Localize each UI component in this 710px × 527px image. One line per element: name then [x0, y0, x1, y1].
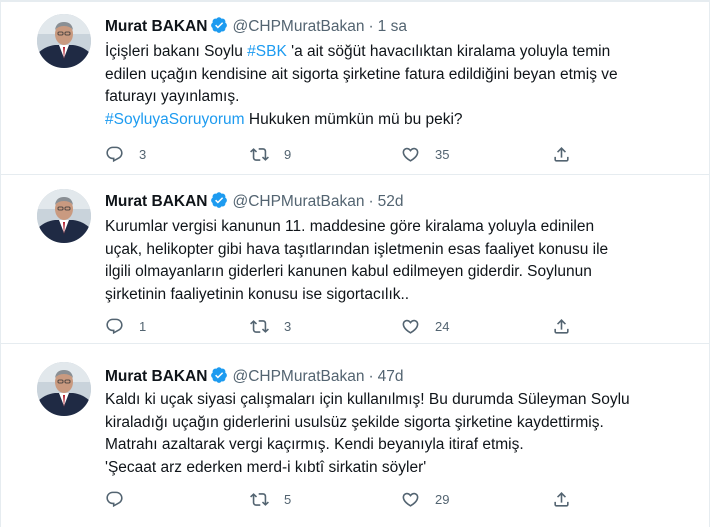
retweet-icon — [250, 490, 269, 509]
like-count: 24 — [435, 318, 450, 334]
tweet[interactable]: Murat BAKAN @CHPMuratBakan · 52d Kurumlar v… — [0, 175, 710, 343]
text-line: Matrahı azaltarak vergi kaçırmış. Kendi … — [105, 434, 665, 457]
text-line: İçişleri bakanı Soylu #SBK 'a ait söğüt … — [105, 41, 665, 64]
like-button[interactable]: 29 — [401, 489, 449, 509]
tweet-header: Murat BAKAN @CHPMuratBakan · 1 sa — [105, 16, 407, 40]
author-name[interactable]: Murat BAKAN — [105, 18, 207, 35]
verified-badge-icon — [210, 191, 228, 215]
share-icon — [552, 145, 571, 164]
author-handle[interactable]: @CHPMuratBakan — [232, 193, 364, 210]
text-segment: şirketinin faaliyetinin konusu ise sigor… — [105, 285, 410, 303]
text-segment: ilgili olmayanların giderleri kanunen ka… — [105, 263, 592, 280]
text-segment: edilen uçağın kendisine ait sigorta şirk… — [105, 65, 618, 83]
like-icon — [401, 490, 420, 509]
tweet-time[interactable]: 47d — [378, 368, 404, 385]
retweet-button[interactable]: 3 — [250, 316, 291, 336]
retweet-count: 9 — [284, 146, 292, 162]
author-name[interactable]: Murat BAKAN — [105, 193, 207, 210]
text-segment: Kurumlar vergisi kanunun 11. maddesine g… — [105, 218, 595, 235]
text-line: Kurumlar vergisi kanunun 11. maddesine g… — [105, 216, 665, 239]
avatar[interactable] — [37, 14, 91, 68]
text-segment: kiraladığı uçağın giderlerini usulsüz şe… — [105, 413, 604, 431]
like-icon — [401, 145, 420, 164]
text-line: 'Şecaat arz ederken merd-i kıbtî sirkati… — [105, 457, 665, 480]
author-name[interactable]: Murat BAKAN — [105, 368, 207, 385]
reply-icon — [105, 145, 124, 164]
text-segment: Kaldı ki uçak siyasi çalışmaları için ku… — [105, 391, 630, 408]
retweet-button[interactable]: 5 — [250, 489, 291, 509]
retweet-count: 3 — [284, 318, 292, 334]
avatar-image — [37, 362, 91, 416]
tweet-text: Kaldı ki uçak siyasi çalışmaları için ku… — [105, 389, 665, 479]
avatar[interactable] — [37, 362, 91, 416]
retweet-count: 5 — [284, 491, 292, 507]
hashtag-link[interactable]: #SoyluyaSoruyorum — [105, 111, 245, 128]
verified-badge-icon — [210, 366, 228, 390]
tweet-header: Murat BAKAN @CHPMuratBakan · 47d — [105, 366, 404, 390]
text-segment: uçak, helikopter gibi hava taşıtlarından… — [105, 240, 609, 258]
reply-count: 3 — [139, 146, 147, 162]
avatar[interactable] — [37, 189, 91, 243]
text-line: faturayı yayınlamış. — [105, 86, 665, 109]
avatar-image — [37, 14, 91, 68]
like-count: 35 — [435, 146, 450, 162]
text-line: uçak, helikopter gibi hava taşıtlarından… — [105, 239, 665, 262]
reply-button[interactable]: 3 — [105, 144, 146, 164]
text-line: #SoyluyaSoruyorum Hukuken mümkün mü bu p… — [105, 109, 665, 132]
retweet-button[interactable]: 9 — [250, 144, 291, 164]
reply-icon — [105, 490, 124, 509]
verified-badge-icon — [210, 16, 228, 40]
avatar-image — [37, 189, 91, 243]
tweet-time[interactable]: 1 sa — [378, 18, 407, 35]
like-button[interactable]: 24 — [401, 316, 449, 336]
reply-button[interactable] — [105, 489, 139, 509]
author-handle[interactable]: @CHPMuratBakan — [232, 368, 364, 385]
text-segment: Matrahı azaltarak vergi kaçırmış. Kendi … — [105, 436, 524, 453]
text-segment: 'Şecaat arz ederken merd-i kıbtî sirkati… — [105, 458, 427, 476]
text-line: ilgili olmayanların giderleri kanunen ka… — [105, 261, 665, 284]
retweet-icon — [250, 317, 269, 336]
tweet-header: Murat BAKAN @CHPMuratBakan · 52d — [105, 191, 404, 215]
separator-dot: · — [368, 368, 374, 385]
text-line: kiraladığı uçağın giderlerini usulsüz şe… — [105, 412, 665, 435]
share-button[interactable] — [552, 144, 571, 164]
like-button[interactable]: 35 — [401, 144, 449, 164]
text-line: Kaldı ki uçak siyasi çalışmaları için ku… — [105, 389, 665, 412]
text-segment: faturayı yayınlamış. — [105, 88, 240, 105]
separator-dot: · — [368, 18, 374, 35]
like-count: 29 — [435, 491, 450, 507]
text-segment: Hukuken mümkün mü bu peki? — [244, 110, 463, 128]
tweet-text: İçişleri bakanı Soylu #SBK 'a ait söğüt … — [105, 41, 665, 131]
author-handle[interactable]: @CHPMuratBakan — [232, 18, 364, 35]
text-segment: İçişleri bakanı Soylu — [105, 43, 248, 60]
separator-dot: · — [368, 193, 374, 210]
tweet[interactable]: Murat BAKAN @CHPMuratBakan · 47d Kaldı ki u… — [0, 344, 710, 527]
reply-icon — [105, 317, 124, 336]
text-segment: 'a ait söğüt havacılıktan kiralama yoluy… — [286, 43, 611, 60]
text-line: şirketinin faaliyetinin konusu ise sigor… — [105, 284, 665, 307]
reply-count: 1 — [139, 318, 147, 334]
share-button[interactable] — [552, 489, 571, 509]
hashtag-link[interactable]: #SBK — [247, 43, 287, 60]
reply-button[interactable]: 1 — [105, 316, 146, 336]
share-button[interactable] — [552, 316, 571, 336]
tweet-text: Kurumlar vergisi kanunun 11. maddesine g… — [105, 216, 665, 306]
share-icon — [552, 317, 571, 336]
tweet[interactable]: Murat BAKAN @CHPMuratBakan · 1 sa İçişleri … — [0, 0, 710, 174]
share-icon — [552, 490, 571, 509]
retweet-icon — [250, 145, 269, 164]
tweet-time[interactable]: 52d — [378, 193, 404, 210]
text-line: edilen uçağın kendisine ait sigorta şirk… — [105, 64, 665, 87]
like-icon — [401, 317, 420, 336]
